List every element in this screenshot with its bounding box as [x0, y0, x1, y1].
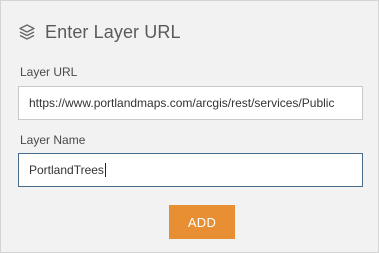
layer-url-input[interactable]: https://www.portlandmaps.com/arcgis/rest… [18, 86, 363, 120]
layer-name-label: Layer Name [20, 133, 86, 147]
enter-layer-url-panel: Enter Layer URL Layer URL https://www.po… [0, 0, 379, 253]
panel-title: Enter Layer URL [45, 21, 181, 42]
add-button[interactable]: ADD [169, 205, 235, 239]
panel-header: Enter Layer URL [18, 19, 181, 45]
layers-icon [18, 23, 36, 41]
layer-name-input[interactable]: PortlandTrees [18, 153, 363, 187]
layer-name-value: PortlandTrees [29, 163, 104, 177]
layer-url-value: https://www.portlandmaps.com/arcgis/rest… [29, 96, 335, 110]
text-cursor [104, 163, 106, 177]
layer-url-label: Layer URL [20, 65, 78, 79]
